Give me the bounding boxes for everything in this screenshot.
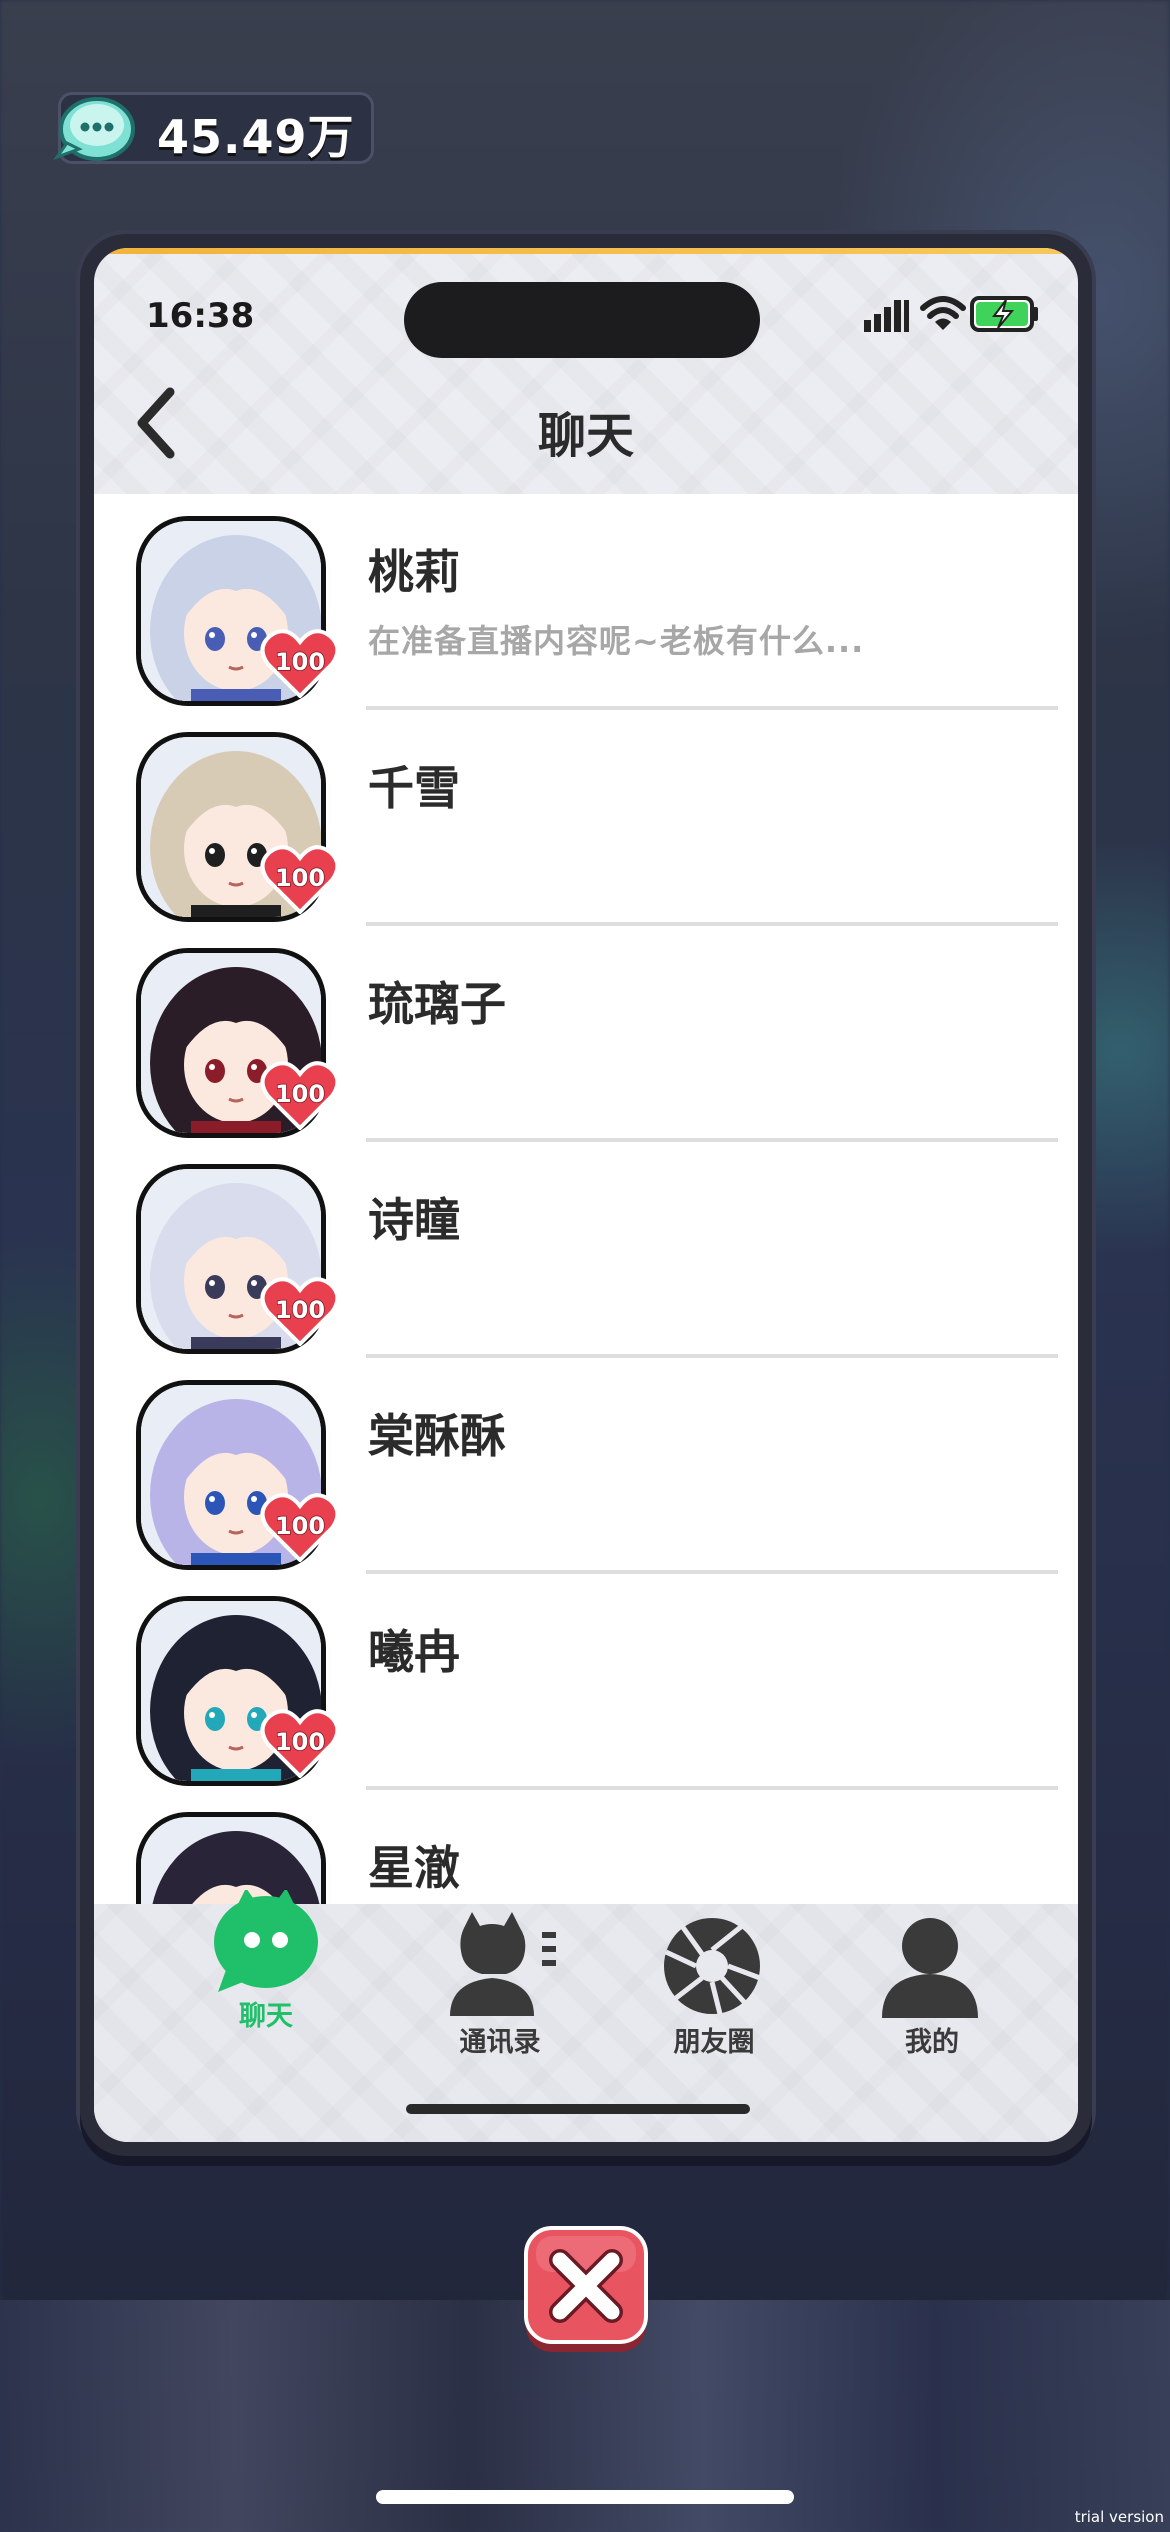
chat-bubble-coin-icon <box>53 97 135 161</box>
tab-label: 朋友圈 <box>673 2027 755 2058</box>
affection-heart-badge: 100 <box>260 845 340 914</box>
contact-name: 诗瞳 <box>368 1193 460 1247</box>
watermark: trial version <box>1074 2508 1164 2526</box>
tab-profile[interactable]: 我的 <box>832 1904 1032 2074</box>
phone-frame: 16:38 聊天 桃莉 在准备直播内容呢~老板有什么... 100 千雪 100… <box>80 234 1092 2156</box>
tab-chat[interactable]: 聊天 <box>166 1890 366 2074</box>
tab-moments[interactable]: 朋友圈 <box>614 1904 814 2074</box>
currency-value: 45.49万 <box>157 110 355 164</box>
home-indicator <box>376 2490 794 2504</box>
dynamic-island <box>404 282 760 358</box>
chat-list-item[interactable]: 棠酥酥 100 <box>94 1358 1078 1574</box>
status-time: 16:38 <box>146 296 255 336</box>
chat-list-item[interactable]: 诗瞳 100 <box>94 1142 1078 1358</box>
contact-name: 星澈 <box>368 1841 460 1895</box>
battery-charging-icon <box>970 296 1038 332</box>
chat-list-item[interactable]: 千雪 100 <box>94 710 1078 926</box>
contact-name: 曦冉 <box>368 1625 460 1679</box>
wifi-icon <box>920 296 966 330</box>
affection-value: 100 <box>275 648 325 676</box>
contact-name: 千雪 <box>368 761 460 815</box>
message-preview: 在准备直播内容呢~老板有什么... <box>368 622 865 660</box>
affection-heart-badge: 100 <box>260 1493 340 1562</box>
tab-contacts[interactable]: 通讯录 <box>400 1904 600 2074</box>
contact-name: 桃莉 <box>368 545 460 599</box>
user-icon <box>882 1918 978 2018</box>
phone-screen: 16:38 聊天 桃莉 在准备直播内容呢~老板有什么... 100 千雪 100… <box>94 248 1078 2142</box>
chat-list-item[interactable]: 琉璃子 100 <box>94 926 1078 1142</box>
contact-name: 棠酥酥 <box>368 1409 506 1463</box>
affection-heart-badge: 100 <box>260 1277 340 1346</box>
aperture-icon <box>664 1918 761 2015</box>
tab-label: 聊天 <box>239 2001 293 2032</box>
chat-list-item[interactable]: 曦冉 100 <box>94 1574 1078 1790</box>
bottom-tab-bar: 聊天 通讯录 朋友圈 我的 <box>94 1890 1078 2142</box>
contacts-icon <box>450 1912 556 2016</box>
contact-name: 琉璃子 <box>368 977 506 1031</box>
chat-bubble-icon <box>214 1890 318 1992</box>
tab-label: 我的 <box>905 2027 959 2058</box>
affection-value: 100 <box>275 1512 325 1540</box>
affection-value: 100 <box>275 1728 325 1756</box>
chat-list[interactable]: 桃莉 在准备直播内容呢~老板有什么... 100 千雪 100 琉璃子 100 … <box>94 494 1078 1904</box>
tab-label: 通讯录 <box>459 2027 541 2058</box>
affection-value: 100 <box>275 864 325 892</box>
close-button[interactable] <box>520 2224 652 2356</box>
affection-value: 100 <box>275 1296 325 1324</box>
chat-list-item[interactable]: 星澈 <box>94 1790 1078 1904</box>
phone-home-indicator <box>406 2104 750 2114</box>
chat-list-item[interactable]: 桃莉 在准备直播内容呢~老板有什么... 100 <box>94 494 1078 710</box>
affection-heart-badge: 100 <box>260 1061 340 1130</box>
currency-display: 45.49万 <box>53 92 374 164</box>
page-title: 聊天 <box>537 408 634 464</box>
signal-bars-icon <box>864 300 909 332</box>
affection-value: 100 <box>275 1080 325 1108</box>
affection-heart-badge: 100 <box>260 629 340 698</box>
affection-heart-badge: 100 <box>260 1709 340 1778</box>
